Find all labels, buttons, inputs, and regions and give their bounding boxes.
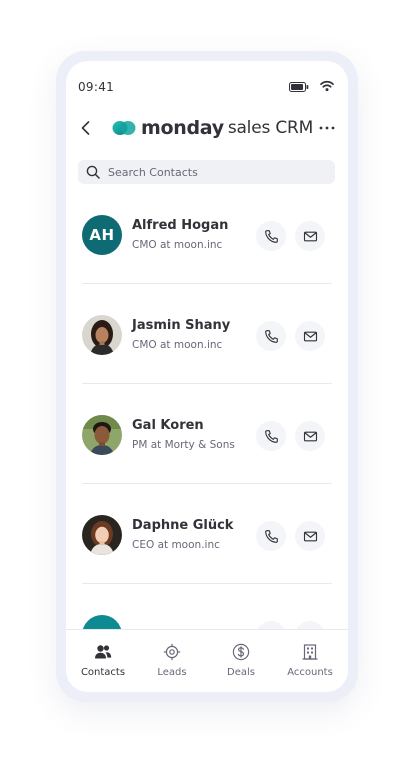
row-divider (82, 383, 332, 384)
people-icon (95, 645, 112, 659)
phone-icon (264, 429, 278, 443)
avatar: AH (82, 215, 122, 255)
wifi-icon (320, 80, 334, 92)
avatar (82, 415, 122, 455)
avatar (82, 515, 122, 555)
avatar-photo (82, 515, 122, 555)
tab-label: Leads (157, 667, 187, 678)
call-button[interactable] (256, 221, 286, 251)
mail-icon (303, 531, 317, 541)
call-button[interactable] (256, 421, 286, 451)
contact-name: Daphne Glück (132, 518, 234, 533)
avatar-photo (82, 315, 122, 355)
avatar (82, 615, 122, 629)
logo-text-monday: monday (141, 117, 224, 139)
search-input[interactable] (108, 165, 328, 179)
tab-label: Contacts (80, 667, 126, 678)
contact-row[interactable]: Jasmin Shany CMO at moon.inc (66, 294, 348, 394)
more-options-icon[interactable] (317, 118, 337, 138)
search-icon (86, 165, 100, 179)
building-icon (302, 644, 318, 660)
mail-icon (303, 431, 317, 441)
logo-text-product: sales CRM (227, 118, 314, 138)
call-button[interactable] (256, 621, 286, 629)
bottom-tab-bar: Contacts Leads Deals Accounts (66, 629, 348, 692)
avatar-photo (82, 415, 122, 455)
avatar-initials: AH (89, 226, 115, 244)
dollar-icon (232, 643, 250, 661)
back-icon[interactable] (76, 118, 96, 138)
phone-icon (264, 229, 278, 243)
email-button[interactable] (295, 521, 325, 551)
search-bar (78, 160, 335, 184)
mail-icon (303, 331, 317, 341)
call-button[interactable] (256, 521, 286, 551)
contact-row[interactable]: Gal Koren PM at Morty & Sons (66, 394, 348, 494)
avatar (82, 315, 122, 355)
phone-frame: 09:41 monday sales CRM Search Contacts A… (56, 51, 358, 702)
mail-icon (303, 231, 317, 241)
contact-title: PM at Morty & Sons (132, 439, 235, 451)
tab-leads[interactable]: Leads (137, 630, 207, 692)
monday-logo-icon (112, 121, 136, 135)
status-time: 09:41 (78, 80, 115, 94)
contact-row[interactable] (66, 594, 348, 629)
contact-list: AH Alfred Hogan CMO at moon.inc Jasmin S… (66, 194, 348, 629)
contact-name: Jasmin Shany (132, 318, 231, 333)
row-divider (82, 483, 332, 484)
phone-icon (264, 529, 278, 543)
app-logo: monday sales CRM (112, 114, 313, 142)
app-header: monday sales CRM (66, 111, 348, 145)
contact-row[interactable]: Daphne Glück CEO at moon.inc (66, 494, 348, 594)
app-screen: 09:41 monday sales CRM Search Contacts A… (66, 61, 348, 692)
row-divider (82, 283, 332, 284)
email-button[interactable] (295, 621, 325, 629)
contact-title: CMO at moon.inc (132, 339, 223, 351)
tab-contacts[interactable]: Contacts (68, 630, 138, 692)
tab-accounts[interactable]: Accounts (275, 630, 345, 692)
target-icon (163, 643, 181, 661)
row-divider (82, 583, 332, 584)
battery-icon (289, 82, 309, 92)
contact-row[interactable]: AH Alfred Hogan CMO at moon.inc (66, 194, 348, 294)
tab-deals[interactable]: Deals (206, 630, 276, 692)
status-bar: 09:41 (66, 61, 348, 101)
email-button[interactable] (295, 421, 325, 451)
email-button[interactable] (295, 221, 325, 251)
tab-label: Accounts (287, 667, 333, 678)
phone-icon (264, 329, 278, 343)
email-button[interactable] (295, 321, 325, 351)
contact-title: CEO at moon.inc (132, 539, 220, 551)
contact-name: Alfred Hogan (132, 218, 229, 233)
call-button[interactable] (256, 321, 286, 351)
tab-label: Deals (227, 667, 255, 678)
contact-title: CMO at moon.inc (132, 239, 223, 251)
contact-name: Gal Koren (132, 418, 204, 433)
